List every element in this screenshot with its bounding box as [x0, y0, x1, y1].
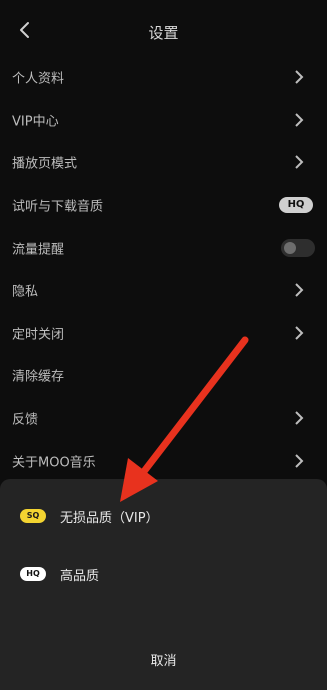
settings-item-label: 定时关闭 — [12, 327, 65, 343]
settings-list: 个人资料 VIP中心 播放页模式 试听与下载音质 HQ 流量提醒 隐私 定时关闭… — [0, 56, 327, 482]
settings-item-label: 个人资料 — [12, 71, 65, 87]
settings-item-sleep-timer[interactable]: 定时关闭 — [0, 312, 327, 355]
settings-item-label: 隐私 — [12, 284, 39, 300]
hq-quality-badge[interactable]: HQ — [279, 197, 313, 214]
data-reminder-toggle[interactable] — [281, 238, 315, 257]
page-title: 设置 — [148, 24, 179, 42]
settings-item-audio-quality[interactable]: 试听与下载音质 HQ — [0, 184, 327, 227]
settings-item-feedback[interactable]: 反馈 — [0, 397, 327, 440]
settings-item-privacy[interactable]: 隐私 — [0, 269, 327, 312]
option-lossless-quality[interactable]: SQ 无损品质（VIP） — [0, 497, 327, 537]
settings-item-data-reminder[interactable]: 流量提醒 — [0, 226, 327, 269]
settings-item-label: 流量提醒 — [12, 242, 65, 258]
chevron-right-icon — [295, 326, 304, 340]
settings-item-vip-center[interactable]: VIP中心 — [0, 99, 327, 142]
chevron-right-icon — [295, 411, 304, 425]
option-label: 高品质 — [60, 569, 100, 584]
sq-badge: SQ — [20, 509, 46, 523]
settings-item-label: VIP中心 — [12, 114, 59, 130]
settings-item-profile[interactable]: 个人资料 — [0, 56, 327, 99]
settings-item-label: 关于MOO音乐 — [12, 455, 96, 471]
settings-item-player-mode[interactable]: 播放页模式 — [0, 141, 327, 184]
settings-item-about[interactable]: 关于MOO音乐 — [0, 439, 327, 482]
chevron-right-icon — [295, 113, 304, 127]
settings-item-label: 清除缓存 — [12, 369, 65, 385]
toggle-knob — [284, 241, 296, 254]
settings-item-label: 试听与下载音质 — [12, 199, 104, 215]
chevron-right-icon — [295, 453, 304, 468]
settings-item-label: 反馈 — [12, 412, 39, 428]
settings-item-clear-cache[interactable]: 清除缓存 — [0, 354, 327, 397]
option-label: 无损品质（VIP） — [60, 511, 159, 526]
option-high-quality[interactable]: HQ 高品质 — [0, 555, 327, 595]
settings-item-label: 播放页模式 — [12, 156, 78, 172]
chevron-right-icon — [295, 283, 304, 297]
top-bar: 设置 — [0, 0, 327, 60]
hq-badge: HQ — [20, 567, 46, 581]
cancel-button[interactable]: 取消 — [0, 650, 327, 669]
chevron-right-icon — [295, 155, 304, 170]
chevron-right-icon — [295, 70, 304, 85]
